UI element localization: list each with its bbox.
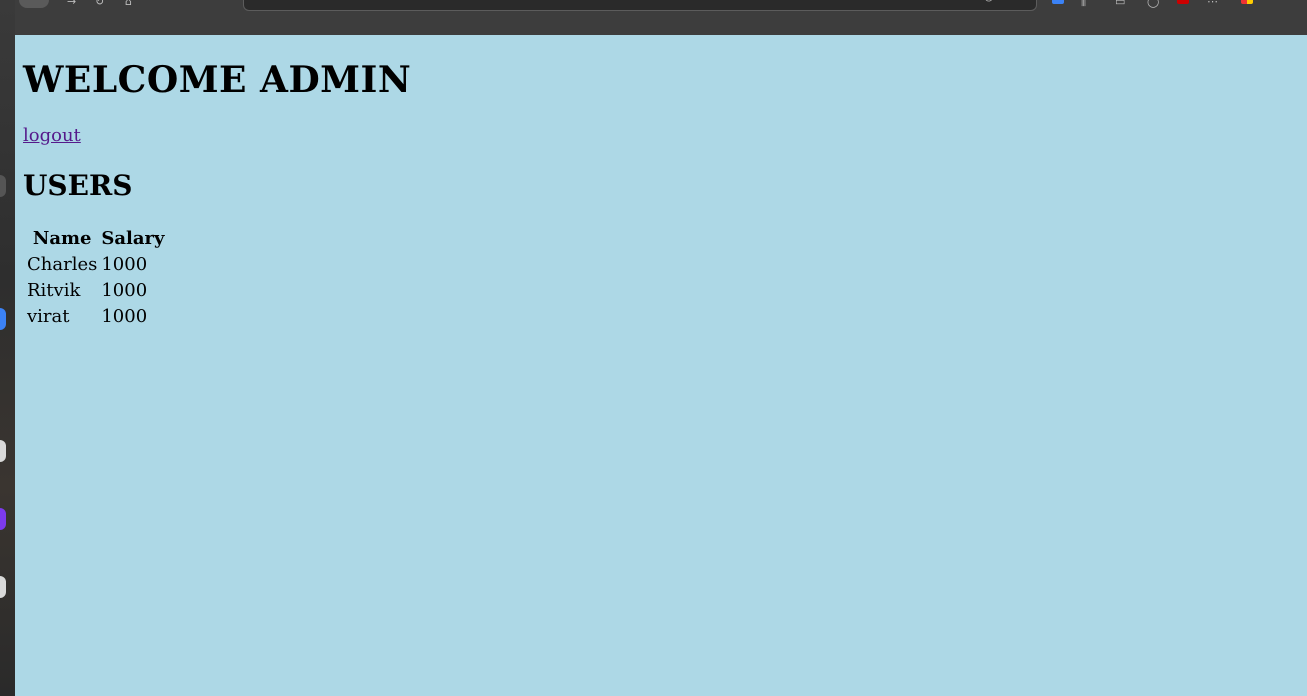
logout-link[interactable]: logout (23, 125, 81, 147)
users-table: Name Salary Charles 1000 Ritvik 1000 vir… (24, 225, 167, 331)
extension-icon[interactable] (1177, 0, 1189, 4)
section-title: USERS (23, 169, 133, 202)
library-icon[interactable]: ⫼ (1081, 0, 1086, 7)
sidebar-icon[interactable]: ▭ (1115, 0, 1125, 7)
dock-app-icon[interactable] (0, 308, 6, 330)
reader-mode-icon[interactable]: ◎ (984, 0, 994, 2)
home-icon[interactable]: ⌂ (125, 0, 132, 7)
table-row: Ritvik 1000 (26, 279, 165, 303)
account-icon[interactable]: ◯ (1147, 0, 1159, 7)
column-header-salary: Salary (101, 228, 165, 249)
desktop-dock (0, 0, 15, 696)
user-name-cell: Charles (27, 254, 98, 275)
user-salary-cell: 1000 (101, 254, 148, 275)
user-salary-cell: 1000 (101, 306, 148, 327)
dock-app-icon[interactable] (0, 508, 6, 530)
overflow-menu-icon[interactable]: ⋯ (1207, 0, 1218, 7)
table-row: virat 1000 (26, 305, 165, 329)
site-info-icon[interactable]: ◦ (250, 0, 257, 2)
page-title: WELCOME ADMIN (23, 59, 412, 101)
column-header-name: Name (32, 228, 92, 249)
table-header-row: Name Salary (26, 227, 165, 251)
back-button[interactable] (19, 0, 49, 8)
bookmark-star-icon[interactable]: ★ (1012, 0, 1022, 2)
user-name-cell: Ritvik (27, 280, 81, 301)
dock-app-icon[interactable] (0, 576, 6, 598)
extension-icon[interactable] (1241, 0, 1253, 4)
browser-toolbar: → ↻ ⌂ ◦ ◎ ★ ⫼ ▭ ◯ ⋯ (15, 0, 1307, 36)
reload-icon[interactable]: ↻ (95, 0, 104, 7)
user-name-cell: virat (27, 306, 70, 327)
dock-app-icon[interactable] (0, 175, 6, 197)
table-row: Charles 1000 (26, 253, 165, 277)
address-bar[interactable]: ◦ ◎ ★ (243, 0, 1037, 11)
dock-app-icon[interactable] (0, 440, 6, 462)
forward-icon[interactable]: → (67, 0, 76, 7)
page-viewport: WELCOME ADMIN logout USERS Name Salary C… (15, 35, 1307, 696)
user-salary-cell: 1000 (101, 280, 148, 301)
extension-icon[interactable] (1052, 0, 1064, 4)
